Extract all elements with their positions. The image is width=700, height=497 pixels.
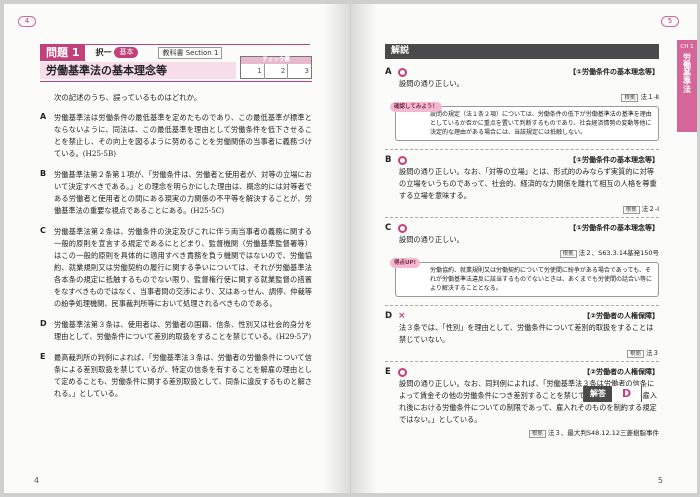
- reference-tag: 根拠: [626, 350, 644, 358]
- score-up-text: 労働協約、就業規則又は労働契約について労使間に紛争がある場合であっても、それが労…: [430, 267, 653, 292]
- list-item: E 最高裁判所の判例によれば、「労働基準法３条は、労働者の労働条件について信条に…: [40, 352, 312, 400]
- final-answer-label: 解答: [584, 386, 612, 402]
- item-text: 労働基準法第３条は、使用者は、労働者の国籍、信条、性別又は社会的身分を理由として…: [54, 320, 312, 341]
- reference-tag: 根拠: [621, 94, 639, 102]
- item-letter: E: [40, 352, 46, 361]
- question-items: A 労働基準法は労働条件の最低基準を定めたものであり、この最低基準が標準とならな…: [40, 112, 312, 409]
- chapter-side-tab[interactable]: CH 1 労働基準法: [677, 40, 697, 132]
- check-header: チェック欄: [241, 57, 311, 64]
- reference-text: 法２-Ⅰ: [641, 205, 659, 213]
- score-up-badge: 得点UP!: [390, 258, 421, 268]
- correct-circle-icon: [398, 155, 407, 165]
- answer-item: B 【①労働条件の基本理念等】 設問の通り正しい。なお、「対等の立場」とは、形式…: [385, 154, 659, 218]
- check-cell[interactable]: 2: [265, 64, 289, 79]
- answer-letter: C: [385, 223, 392, 233]
- check-box: チェック欄 1 2 3: [240, 56, 312, 79]
- left-tab-number: 4: [18, 16, 36, 27]
- reference-text: 法３: [646, 349, 659, 357]
- answer-reference: 根拠 法３: [385, 347, 659, 358]
- item-letter: D: [40, 319, 47, 328]
- chapter-label: CH 1: [680, 44, 694, 50]
- correct-circle-icon: [398, 367, 407, 377]
- final-answer: 解答 D: [583, 386, 643, 402]
- answer-reference: 根拠 法３、最大判S48.12.12三菱樹脂事件: [385, 427, 659, 438]
- item-text: 労働基準法は労働条件の最低基準を定めたものであり、この最低基準が標準とならないよ…: [54, 113, 312, 158]
- right-tab-number: 5: [661, 16, 679, 27]
- question-intro: 次の記述のうち、誤っているものはどれか。: [54, 93, 202, 102]
- left-page: 4 問題 1 択一 基本 教科書 Section 1 チェック欄 1 2 3 労…: [4, 4, 350, 493]
- answer-item: E 【②労働者の人権保障】 設問の通り正しい。なお、同判例によれば、「労働基準法…: [385, 366, 659, 441]
- list-item: D 労働基準法第３条は、使用者は、労働者の国籍、信条、性別又は社会的身分を理由と…: [40, 319, 312, 343]
- answer-item: A 【①労働条件の基本理念等】 設問の通り正しい。 根拠 法１-Ⅱ 確認してみよう…: [385, 66, 659, 150]
- incorrect-cross-icon: ×: [398, 310, 406, 321]
- item-letter: B: [40, 169, 47, 178]
- list-item: B 労働基準法第２条第１項が、「労働条件は、労働者と使用者が、対等の立場において…: [40, 169, 312, 217]
- item-letter: A: [40, 112, 47, 121]
- answer-reference: 根拠 法２-Ⅰ: [385, 203, 659, 214]
- explanation-header: 解説: [385, 44, 659, 59]
- answer-letter: A: [385, 67, 392, 77]
- check-cell[interactable]: 3: [288, 64, 311, 79]
- answer-topic: 【①労働条件の基本理念等】: [569, 224, 659, 232]
- textbook-reference: 教科書 Section 1: [158, 46, 223, 59]
- reference-text: 法１-Ⅱ: [640, 93, 659, 101]
- spine-shadow: [351, 4, 377, 493]
- right-page: 5 CH 1 労働基準法 解説 A 【①労働条件の基本理念等】 設問の通り正しい…: [351, 4, 697, 493]
- answer-text: 設問の通り正しい。: [399, 79, 464, 88]
- answer-reference: 根拠 法１-Ⅱ: [385, 91, 659, 102]
- answer-topic: 【①労働条件の基本理念等】: [569, 68, 659, 76]
- item-letter: C: [40, 226, 46, 235]
- page-number: 5: [657, 476, 663, 485]
- reference-tag: 根拠: [528, 430, 546, 438]
- question-label: 問題 1: [40, 44, 86, 61]
- check-note: 確認してみよう！ 設問の規定（法１条２項）については、労働条件の低下が労働基準法…: [390, 102, 659, 141]
- check-cell[interactable]: 1: [241, 64, 265, 79]
- answer-reference: 根拠 法２、S63.3.14基発150号: [385, 247, 659, 258]
- page-number: 4: [34, 476, 40, 485]
- divider: [40, 81, 312, 82]
- check-note-badge: 確認してみよう！: [390, 102, 442, 112]
- answer-letter: E: [385, 367, 391, 377]
- spine-shadow: [324, 4, 350, 493]
- answer-topic: 【②労働者の人権保障】: [583, 368, 659, 376]
- reference-text: 法２、S63.3.14基発150号: [578, 249, 659, 257]
- question-title: 労働基準法の基本理念等: [40, 62, 236, 79]
- answer-letter: B: [385, 155, 392, 165]
- answer-topic: 【②労働者の人権保障】: [583, 312, 659, 320]
- answer-text: 設問の通り正しい。: [399, 235, 464, 244]
- answer-topic: 【①労働条件の基本理念等】: [569, 156, 659, 164]
- item-text: 最高裁判所の判例によれば、「労働基準法３条は、労働者の労働条件について信条による…: [54, 353, 312, 398]
- chapter-title: 労働基準法: [682, 53, 692, 93]
- level-badge: 基本: [114, 47, 139, 58]
- item-text: 労働基準法第２条第１項が、「労働条件は、労働者と使用者が、対等の立場において決定…: [54, 170, 312, 215]
- correct-circle-icon: [398, 67, 407, 77]
- reference-tag: 根拠: [559, 250, 577, 258]
- answer-item: D × 【②労働者の人権保障】 法３条では、「性別」を理由として、労働条件につい…: [385, 310, 659, 362]
- answer-letter: D: [385, 311, 393, 321]
- list-item: C 労働基準法第２条は、労働条件の決定及びこれに伴う両当事者の義務に関する一般的…: [40, 226, 312, 310]
- final-answer-value: D: [612, 386, 642, 402]
- answer-item: C 【①労働条件の基本理念等】 設問の通り正しい。 根拠 法２、S63.3.14基…: [385, 222, 659, 306]
- reference-text: 法３、最大判S48.12.12三菱樹脂事件: [547, 429, 659, 437]
- answer-text: 設問の通り正しい。なお、「対等の立場」とは、形式的のみならず実質的に対等の立場を…: [399, 167, 657, 200]
- item-text: 労働基準法第２条は、労働条件の決定及びこれに伴う両当事者の義務に関する一般的原則…: [54, 227, 312, 308]
- reference-tag: 根拠: [622, 206, 640, 214]
- check-note-text: 設問の規定（法１条２項）については、労働条件の低下が労働基準法の基準を理由として…: [430, 111, 652, 136]
- score-up-note: 得点UP! 労働協約、就業規則又は労働契約について労使間に紛争がある場合であって…: [390, 258, 659, 297]
- list-item: A 労働基準法は労働条件の最低基準を定めたものであり、この最低基準が標準とならな…: [40, 112, 312, 160]
- correct-circle-icon: [398, 223, 407, 233]
- answer-text: 法３条では、「性別」を理由として、労働条件について差別的取扱をすることは禁じてい…: [399, 323, 654, 344]
- selection-type: 択一: [95, 48, 112, 57]
